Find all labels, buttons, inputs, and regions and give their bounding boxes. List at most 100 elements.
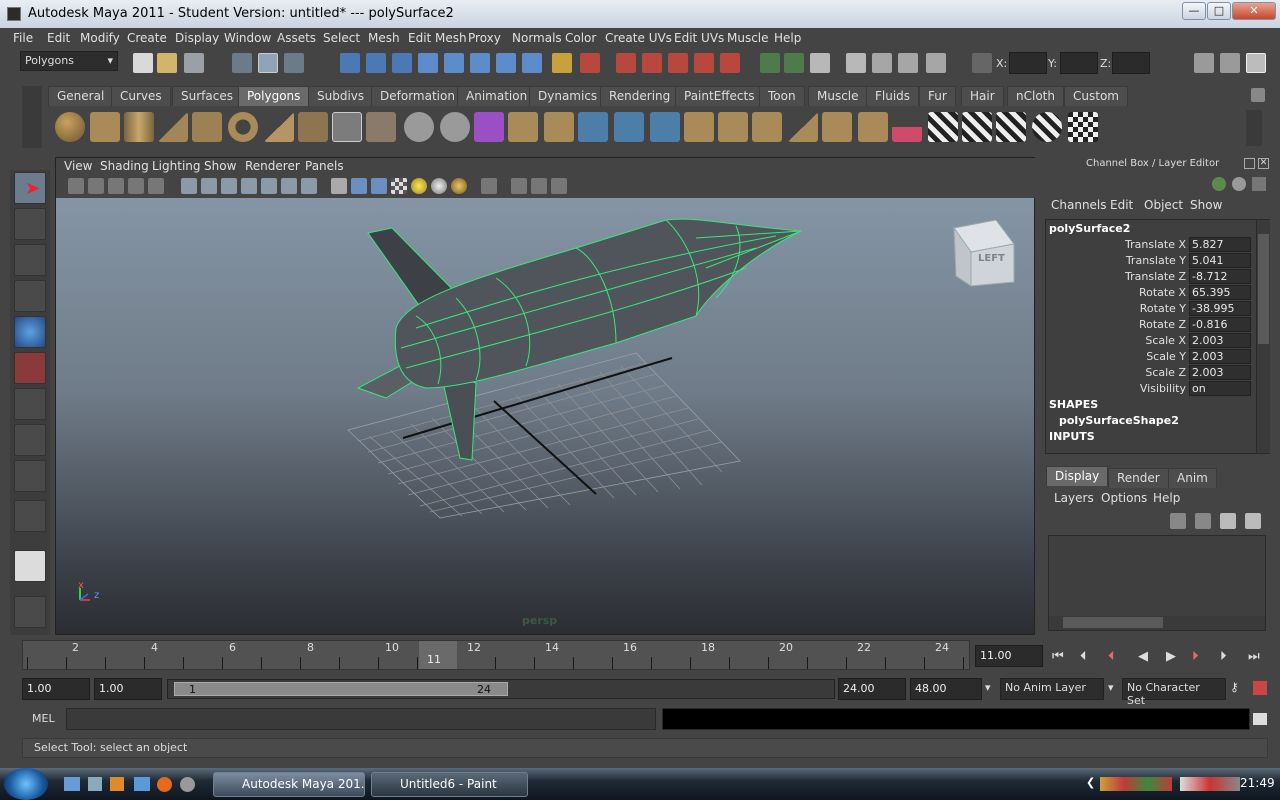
hypershade-icon[interactable] — [872, 53, 892, 73]
new-scene-icon[interactable] — [133, 53, 153, 73]
wedge-icon[interactable] — [822, 112, 852, 142]
chevron-down-icon[interactable]: ▾ — [1108, 681, 1114, 694]
move-layer-up-icon[interactable] — [1170, 513, 1186, 529]
poly-cube-icon[interactable] — [90, 112, 120, 142]
channel-value[interactable]: on — [1189, 381, 1251, 396]
menu-window[interactable]: Window — [224, 31, 271, 45]
new-layer-selected-icon[interactable] — [1245, 513, 1261, 529]
xray-icon[interactable] — [511, 178, 527, 194]
attribute-editor-toggle-icon[interactable] — [1194, 53, 1214, 73]
render-current-icon[interactable] — [668, 53, 688, 73]
automatic-mapping-icon[interactable] — [1032, 112, 1062, 142]
chevron-down-icon[interactable]: ▾ — [985, 681, 991, 694]
channel-box-toggle-icon[interactable] — [1246, 53, 1266, 73]
shelf-tab-dynamics[interactable]: Dynamics — [529, 86, 607, 106]
new-layer-icon[interactable] — [1220, 513, 1236, 529]
layer-horizontal-scrollbar[interactable] — [1049, 616, 1265, 630]
maya-launcher-icon[interactable] — [180, 777, 195, 792]
open-scene-icon[interactable] — [157, 53, 177, 73]
history-off-icon[interactable] — [642, 53, 662, 73]
camera-attributes-icon[interactable] — [88, 178, 104, 194]
edit-menu[interactable]: Edit — [1110, 198, 1133, 212]
gate-mask-icon[interactable] — [241, 178, 257, 194]
poly-cylinder-icon[interactable] — [124, 112, 154, 142]
shelf-tab-polygons[interactable]: Polygons — [238, 86, 310, 106]
tray-system-icons[interactable] — [1180, 777, 1240, 791]
shelf-tab-general[interactable]: General — [48, 86, 114, 106]
shelf-tab-ncloth[interactable]: nCloth — [1007, 86, 1064, 106]
smooth-shade-icon[interactable] — [351, 178, 367, 194]
channel-value[interactable]: 2.003 — [1189, 349, 1251, 364]
layers-menu[interactable]: Layers — [1054, 491, 1094, 505]
show-channel-box-icon[interactable] — [810, 53, 830, 73]
ipr-render-icon[interactable] — [694, 53, 714, 73]
soft-modification-tool-icon[interactable] — [14, 424, 46, 456]
character-set-dropdown[interactable]: No Character Set — [1122, 678, 1226, 707]
shelf-menu-icon[interactable] — [22, 86, 42, 148]
shelf-tab-hair[interactable]: Hair — [961, 86, 1004, 106]
poly-pipe-icon[interactable] — [298, 112, 328, 142]
sculpt-geometry-icon[interactable] — [892, 112, 922, 142]
shelf-scroll-icon[interactable] — [1246, 110, 1262, 146]
cylindrical-mapping-icon[interactable] — [962, 112, 992, 142]
layer-list[interactable] — [1048, 535, 1266, 631]
show-manipulator-icon[interactable] — [14, 460, 46, 492]
append-polygon-icon[interactable] — [578, 112, 608, 142]
go-to-end-icon[interactable]: ⏭ — [1248, 649, 1260, 664]
scrollbar-thumb[interactable] — [1258, 234, 1269, 344]
snap-view-icon[interactable] — [470, 53, 490, 73]
taskbar-item-maya[interactable]: Autodesk Maya 201... — [213, 772, 365, 797]
current-frame-marker[interactable]: 11 — [419, 641, 457, 669]
universal-manipulator-icon[interactable] — [14, 388, 46, 420]
menu-display[interactable]: Display — [175, 31, 219, 45]
shelf-tab-custom[interactable]: Custom — [1064, 86, 1128, 106]
select-object-icon[interactable] — [258, 53, 278, 73]
trash-icon[interactable] — [1251, 88, 1265, 102]
tray-icons[interactable] — [1100, 777, 1172, 791]
channel-value[interactable]: 2.003 — [1189, 365, 1251, 380]
select-tool-icon[interactable]: ➤ — [14, 172, 46, 204]
planar-mapping-icon[interactable] — [928, 112, 958, 142]
xray-components-icon[interactable] — [551, 178, 567, 194]
2d-pan-zoom-icon[interactable] — [148, 178, 164, 194]
step-back-icon[interactable]: ⏴ — [1080, 649, 1087, 664]
channel-box-mode-icon[interactable] — [1212, 177, 1226, 191]
playback-end-field[interactable]: 24.00 — [838, 678, 906, 700]
range-bar[interactable]: 1 24 — [174, 682, 508, 696]
float-panel-icon[interactable] — [1244, 158, 1255, 169]
highlight-selection-icon[interactable] — [580, 53, 600, 73]
menu-normals[interactable]: Normals — [512, 31, 562, 45]
menu-proxy[interactable]: Proxy — [468, 31, 501, 45]
safe-title-icon[interactable] — [301, 178, 317, 194]
anim-layer-dropdown[interactable]: No Anim Layer — [1000, 678, 1104, 700]
shelf-tab-toon[interactable]: Toon — [759, 86, 805, 106]
command-input[interactable] — [66, 708, 656, 730]
help-menu[interactable]: Help — [1153, 491, 1180, 505]
menu-set-dropdown[interactable]: Polygons ▾ — [20, 51, 118, 71]
shelf-tab-deformation[interactable]: Deformation — [371, 86, 464, 106]
bookmarks-icon[interactable] — [108, 178, 124, 194]
menu-assets[interactable]: Assets — [277, 31, 316, 45]
recycle-bin-icon[interactable] — [88, 777, 102, 791]
poly-prism-icon[interactable] — [264, 112, 294, 142]
firefox-icon[interactable] — [157, 777, 172, 792]
mel-label[interactable]: MEL — [32, 712, 55, 725]
show-menu[interactable]: Show — [1190, 198, 1222, 212]
shelf-tab-painteffects[interactable]: PaintEffects — [675, 86, 764, 106]
layer-tab-display[interactable]: Display — [1046, 466, 1109, 486]
viewport-menu-panels[interactable]: Panels — [305, 159, 344, 173]
snap-surface-icon[interactable] — [444, 53, 464, 73]
object-menu[interactable]: Object — [1144, 198, 1183, 212]
shelf-tab-fur[interactable]: Fur — [919, 86, 956, 106]
step-back-key-icon[interactable]: ⏴ — [1108, 649, 1115, 664]
channel-scrollbar[interactable] — [1256, 220, 1270, 453]
tool-settings-icon[interactable] — [926, 53, 946, 73]
render-settings-icon[interactable] — [720, 53, 740, 73]
poly-plane-icon[interactable] — [192, 112, 222, 142]
snap-point-icon[interactable] — [392, 53, 412, 73]
offset-edge-loop-icon[interactable] — [684, 112, 714, 142]
menu-edit-uvs[interactable]: Edit UVs — [674, 31, 724, 45]
move-layer-down-icon[interactable] — [1195, 513, 1211, 529]
viewport-menu-show[interactable]: Show — [204, 159, 236, 173]
layer-tab-render[interactable]: Render — [1108, 468, 1169, 488]
